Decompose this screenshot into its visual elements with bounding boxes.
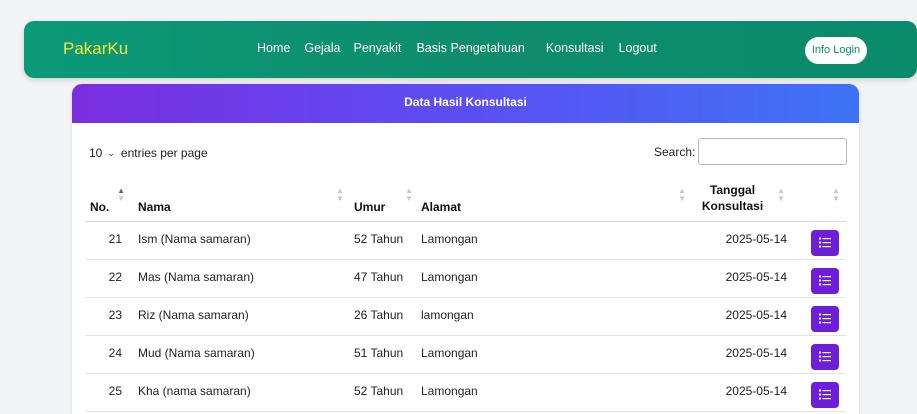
cell-tanggal: 2025-05-14 (725, 307, 787, 322)
column-header-alamat[interactable]: Alamat ▲ ▼ (419, 176, 692, 221)
brand-logo[interactable]: PakarKu (63, 39, 128, 59)
entries-per-page-control: 10 ⌄ entries per page (85, 143, 208, 163)
table-header-row: No. ▲ ▼ Nama ▲ ▼ Umur ▲ ▼ Alamat ▲ ▼ Tanggal (85, 176, 846, 221)
cell-action (787, 373, 846, 411)
table-row: 24 Mud (Nama samaran) 51 Tahun Lamongan … (85, 335, 846, 373)
search-input[interactable] (698, 138, 848, 165)
search-label: Search: (654, 144, 696, 159)
column-header-tanggal-konsultasi[interactable]: Tanggal Konsultasi ▲ ▼ (692, 176, 787, 221)
entries-select[interactable]: 10 ⌄ (85, 143, 119, 163)
cell-umur: 47 Tahun (354, 269, 404, 284)
info-login-button[interactable]: Info Login (805, 37, 867, 64)
sort-icon: ▲ ▼ (405, 185, 413, 203)
cell-action (787, 259, 846, 297)
cell-no: 22 (108, 269, 122, 284)
detail-button[interactable] (811, 381, 839, 408)
column-header-nama[interactable]: Nama ▲ ▼ (131, 176, 350, 221)
nav-link-basis-pengetahuan[interactable]: Basis Pengetahuan (416, 41, 524, 55)
cell-alamat: Lamongan (421, 231, 478, 246)
sort-icon: ▲ ▼ (336, 185, 344, 203)
sort-icon: ▲ ▼ (678, 185, 686, 203)
nav-link-penyakit[interactable]: Penyakit (353, 41, 401, 55)
nav-link-konsultasi[interactable]: Konsultasi (546, 41, 604, 55)
sort-icon: ▲ ▼ (777, 185, 785, 203)
cell-umur: 26 Tahun (354, 307, 404, 322)
list-icon (819, 351, 831, 361)
cell-nama: Mas (Nama samaran) (138, 269, 255, 284)
table-row: 23 Riz (Nama samaran) 26 Tahun lamongan … (85, 297, 846, 335)
cell-umur: 52 Tahun (354, 383, 404, 398)
nav-link-gejala[interactable]: Gejala (304, 41, 340, 55)
search-control: Search: (654, 138, 848, 165)
cell-nama: Kha (nama samaran) (138, 383, 251, 398)
entries-value: 10 (89, 146, 103, 160)
detail-button[interactable] (811, 343, 839, 370)
list-icon (819, 313, 831, 323)
cell-alamat: lamongan (421, 307, 474, 322)
cell-no: 23 (108, 307, 122, 322)
table-row: 25 Kha (nama samaran) 52 Tahun Lamongan … (85, 373, 846, 411)
header-label-line1: Tanggal (709, 182, 756, 197)
header-label: Nama (138, 199, 171, 214)
chevron-down-icon: ⌄ (107, 147, 115, 158)
card-title: Data Hasil Konsultasi (72, 84, 859, 123)
header-label-line2: Konsultasi (701, 198, 764, 213)
cell-tanggal: 2025-05-14 (725, 269, 787, 284)
list-icon (819, 275, 831, 285)
list-icon (819, 237, 831, 247)
cell-action (787, 221, 846, 259)
cell-no: 25 (108, 383, 122, 398)
nav-link-home[interactable]: Home (257, 41, 290, 55)
column-header-no[interactable]: No. ▲ ▼ (85, 176, 131, 221)
results-table: No. ▲ ▼ Nama ▲ ▼ Umur ▲ ▼ Alamat ▲ ▼ Tanggal (85, 176, 846, 412)
column-header-umur[interactable]: Umur ▲ ▼ (350, 176, 419, 221)
cell-action (787, 335, 846, 373)
cell-action (787, 297, 846, 335)
cell-nama: Riz (Nama samaran) (138, 307, 249, 322)
nav-link-logout[interactable]: Logout (619, 41, 657, 55)
detail-button[interactable] (811, 229, 839, 256)
header-label: Alamat (421, 199, 462, 214)
detail-button[interactable] (811, 305, 839, 332)
results-card: Data Hasil Konsultasi 10 ⌄ entries per p… (72, 84, 859, 414)
cell-alamat: Lamongan (421, 383, 478, 398)
cell-umur: 52 Tahun (354, 231, 404, 246)
cell-no: 21 (108, 231, 122, 246)
cell-nama: Mud (Nama samaran) (138, 345, 255, 360)
column-header-action[interactable]: ▲ ▼ (787, 176, 846, 221)
cell-tanggal: 2025-05-14 (725, 383, 787, 398)
cell-alamat: Lamongan (421, 269, 478, 284)
sort-icon: ▲ ▼ (832, 185, 840, 203)
cell-tanggal: 2025-05-14 (725, 345, 787, 360)
entries-label: entries per page (120, 146, 208, 160)
cell-tanggal: 2025-05-14 (725, 231, 787, 246)
list-icon (819, 389, 831, 399)
nav-menu: Home Gejala Penyakit Basis Pengetahuan K… (257, 41, 657, 55)
table-row: 21 Ism (Nama samaran) 52 Tahun Lamongan … (85, 221, 846, 259)
header-label: Umur (354, 199, 386, 214)
cell-umur: 51 Tahun (354, 345, 404, 360)
sort-icon: ▲ ▼ (117, 185, 125, 203)
header-label: No. (90, 199, 110, 214)
table-row: 22 Mas (Nama samaran) 47 Tahun Lamongan … (85, 259, 846, 297)
cell-alamat: Lamongan (421, 345, 478, 360)
cell-no: 24 (108, 345, 122, 360)
navbar: PakarKu Home Gejala Penyakit Basis Penge… (24, 21, 917, 78)
detail-button[interactable] (811, 267, 839, 294)
cell-nama: Ism (Nama samaran) (138, 231, 251, 246)
